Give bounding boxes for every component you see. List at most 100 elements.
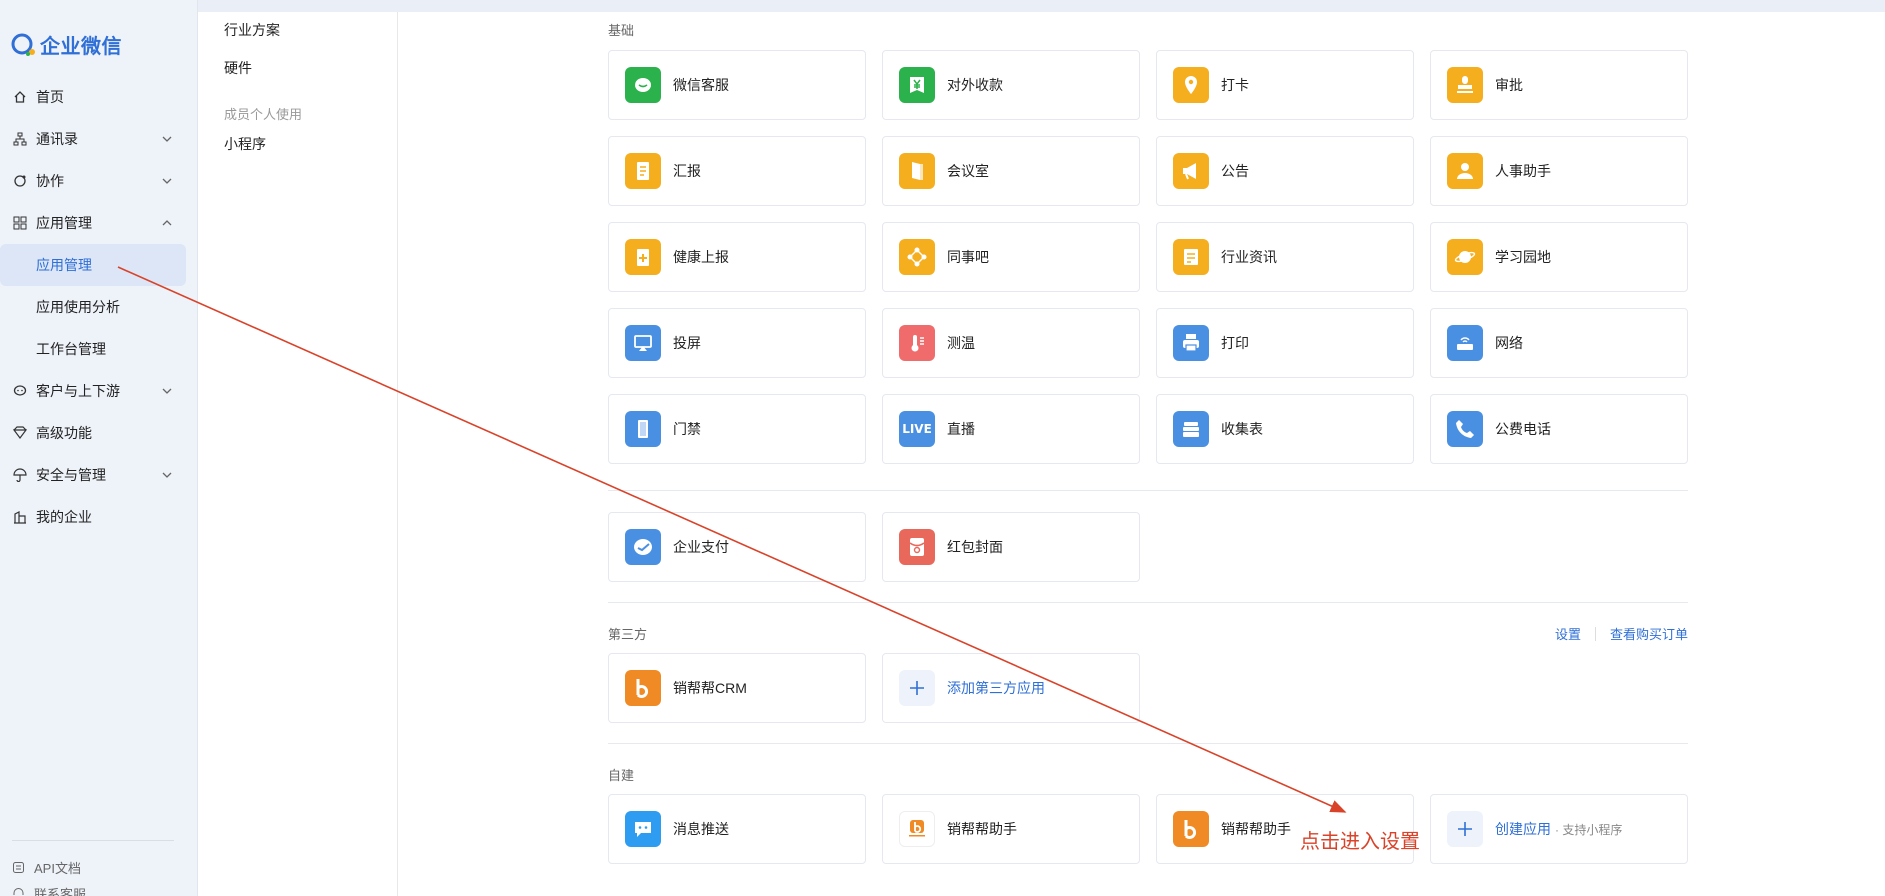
app-card[interactable]: 同事吧 — [882, 222, 1140, 292]
doc-icon — [12, 861, 26, 875]
nav-sub-app-usage[interactable]: 应用使用分析 — [0, 286, 186, 328]
section-title-third-party: 第三方 — [608, 627, 648, 642]
app-card[interactable]: 健康上报 — [608, 222, 866, 292]
app-name: 健康上报 — [673, 249, 729, 265]
stack-icon — [1173, 411, 1209, 447]
app-card[interactable]: 人事助手 — [1430, 136, 1688, 206]
app-name: 创建应用 — [1495, 821, 1551, 837]
section-title-basic: 基础 — [608, 23, 635, 38]
nav-sub-app-management[interactable]: 应用管理 — [0, 244, 186, 286]
plus-icon — [1447, 811, 1483, 847]
app-card-xbb-crm[interactable]: 销帮帮CRM — [608, 653, 866, 723]
category-mini-program[interactable]: 小程序 — [224, 134, 266, 154]
app-name: 打印 — [1221, 335, 1249, 351]
nav-menu: 首页 通讯录 协作 应用管理 应用管理 应用使用分析 工作台管理 客户与上下游 … — [0, 76, 186, 538]
access-door-icon — [625, 411, 661, 447]
xbb-logo-icon — [625, 670, 661, 706]
app-card[interactable]: 门禁 — [608, 394, 866, 464]
app-card[interactable]: 行业资讯 — [1156, 222, 1414, 292]
live-icon: LIVE — [899, 411, 935, 447]
nav-item-home[interactable]: 首页 — [0, 76, 186, 118]
app-name: 企业支付 — [673, 539, 729, 555]
news-icon — [1173, 239, 1209, 275]
chevron-down-icon[interactable] — [160, 132, 174, 146]
top-strip — [198, 0, 1885, 12]
app-card-enterprise-pay[interactable]: 企业支付 — [608, 512, 866, 582]
app-name: 公告 — [1221, 163, 1249, 179]
nav-item-app-management[interactable]: 应用管理 — [0, 202, 186, 244]
chevron-down-icon[interactable] — [160, 384, 174, 398]
org-chart-icon — [12, 131, 28, 147]
building-icon — [12, 509, 28, 525]
app-card[interactable]: 公费电话 — [1430, 394, 1688, 464]
settings-link[interactable]: 设置 — [1555, 624, 1581, 643]
category-group-label: 成员个人使用 — [224, 107, 303, 122]
app-name: 公费电话 — [1495, 421, 1551, 437]
chevron-down-icon[interactable] — [160, 174, 174, 188]
app-card-message-push[interactable]: 消息推送 — [608, 794, 866, 864]
message-push-icon — [625, 811, 661, 847]
nav-item-advanced[interactable]: 高级功能 — [0, 412, 186, 454]
app-name: 人事助手 — [1495, 163, 1551, 179]
category-industry-solutions[interactable]: 行业方案 — [224, 20, 280, 40]
xbb-small-logo-icon — [899, 811, 935, 847]
app-card[interactable]: LIVE 直播 — [882, 394, 1140, 464]
app-card[interactable]: 投屏 — [608, 308, 866, 378]
app-card[interactable]: 打印 — [1156, 308, 1414, 378]
app-card[interactable]: 收集表 — [1156, 394, 1414, 464]
section-divider — [608, 490, 1688, 491]
thermometer-icon — [899, 325, 935, 361]
nav-divider — [12, 840, 174, 841]
footer-contact-support[interactable]: 联系客服 — [12, 884, 86, 896]
app-card[interactable]: 审批 — [1430, 50, 1688, 120]
add-third-party-app-card[interactable]: 添加第三方应用 — [882, 653, 1140, 723]
app-name: 消息推送 — [673, 821, 729, 837]
view-orders-link[interactable]: 查看购买订单 — [1610, 624, 1688, 643]
footer-api-docs[interactable]: API文档 — [12, 858, 81, 877]
chevron-down-icon[interactable] — [160, 468, 174, 482]
nav-item-customers[interactable]: 客户与上下游 — [0, 370, 186, 412]
chevron-up-icon[interactable] — [160, 216, 174, 230]
home-icon — [12, 89, 28, 105]
app-name: 同事吧 — [947, 249, 989, 265]
live-badge: LIVE — [902, 422, 932, 436]
app-card[interactable]: 测温 — [882, 308, 1140, 378]
app-name: 添加第三方应用 — [947, 680, 1045, 696]
app-card[interactable]: 汇报 — [608, 136, 866, 206]
app-card[interactable]: 学习园地 — [1430, 222, 1688, 292]
app-name: 收集表 — [1221, 421, 1263, 437]
xbb-logo-icon — [1173, 811, 1209, 847]
planet-icon — [1447, 239, 1483, 275]
app-name: 测温 — [947, 335, 975, 351]
nav-item-my-company[interactable]: 我的企业 — [0, 496, 186, 538]
pay-icon — [625, 529, 661, 565]
brand-logo[interactable]: 企业微信 — [10, 30, 122, 59]
section-divider — [608, 743, 1688, 744]
nav-sub-workbench[interactable]: 工作台管理 — [0, 328, 186, 370]
create-app-card[interactable]: 创建应用 · 支持小程序 — [1430, 794, 1688, 864]
nav-item-security[interactable]: 安全与管理 — [0, 454, 186, 496]
app-card-red-packet-cover[interactable]: 红包封面 — [882, 512, 1140, 582]
category-hardware[interactable]: 硬件 — [224, 58, 252, 78]
app-card[interactable]: 微信客服 — [608, 50, 866, 120]
main-content: 基础 微信客服 对外收款 打卡 审批汇报 会议室 公告 人事助手健康上报 同事吧 行业资讯 学习园… — [398, 12, 1885, 896]
nav-item-collaboration[interactable]: 协作 — [0, 160, 186, 202]
app-card[interactable]: 公告 — [1156, 136, 1414, 206]
annotation-text: 点击进入设置 — [1300, 829, 1420, 853]
app-name: 学习园地 — [1495, 249, 1551, 265]
link-separator — [1594, 626, 1596, 641]
app-card[interactable]: 会议室 — [882, 136, 1140, 206]
wecom-logo-icon — [10, 32, 38, 58]
app-card[interactable]: 对外收款 — [882, 50, 1140, 120]
nav-item-contacts[interactable]: 通讯录 — [0, 118, 186, 160]
nav-item-label: 协作 — [36, 173, 64, 189]
apps-grid-icon — [12, 215, 28, 231]
app-name: 对外收款 — [947, 77, 1003, 93]
diamond-icon — [12, 425, 28, 441]
nav-item-label: 通讯录 — [36, 131, 78, 147]
app-card[interactable]: 打卡 — [1156, 50, 1414, 120]
app-name: 红包封面 — [947, 539, 1003, 555]
app-card-xbb-assistant-1[interactable]: 销帮帮助手 — [882, 794, 1140, 864]
app-card[interactable]: 网络 — [1430, 308, 1688, 378]
brand-name: 企业微信 — [40, 36, 122, 58]
